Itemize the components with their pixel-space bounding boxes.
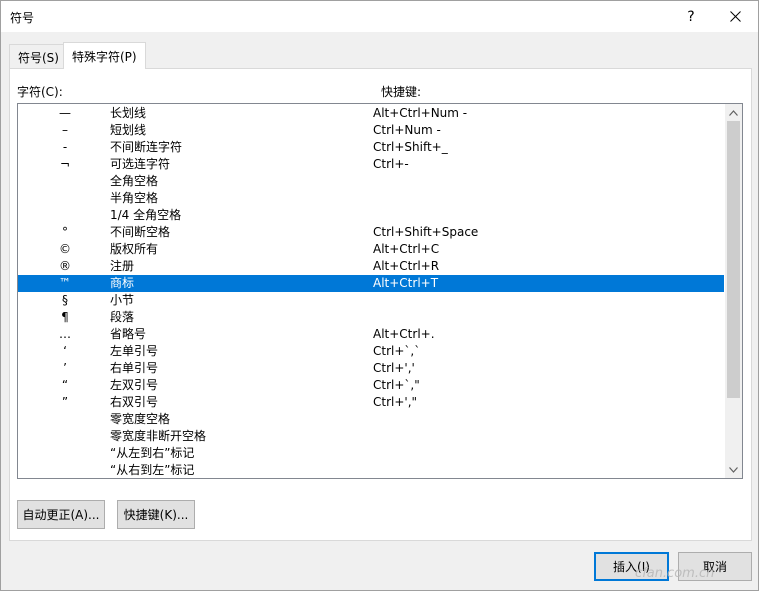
help-icon: ?	[687, 8, 695, 25]
list-item-symbol: ¶	[61, 310, 69, 324]
list-item-name: 商标	[110, 276, 135, 290]
list-item-symbol: …	[59, 327, 71, 341]
list-item-symbol: -	[62, 140, 68, 154]
scroll-up-button[interactable]	[725, 104, 742, 121]
symbol-dialog: 符号 ? 符号(S) 特殊字符(P) 字符(C): 快捷键: — 长划线 Alt+C…	[0, 0, 759, 591]
list-item[interactable]: … 省略号 Alt+Ctrl+.	[18, 326, 724, 343]
watermark: cfan.com.cn	[635, 566, 715, 581]
list-item[interactable]: © 版权所有 Alt+Ctrl+C	[18, 241, 724, 258]
list-item-name: 版权所有	[110, 242, 159, 256]
list-item-name: 短划线	[110, 123, 147, 137]
close-icon	[730, 11, 741, 22]
list-item-shortcut: Ctrl+Shift+Space	[373, 225, 479, 239]
tab-symbols[interactable]: 符号(S)	[9, 44, 68, 68]
list-item[interactable]: ‘ 左单引号 Ctrl+`,`	[18, 343, 724, 360]
list-item[interactable]: – 短划线 Ctrl+Num -	[18, 122, 724, 139]
list-item-symbol: ™	[59, 276, 71, 290]
vertical-scrollbar[interactable]	[725, 104, 742, 478]
list-item-symbol: §	[62, 293, 68, 307]
list-item-name: 半角空格	[110, 191, 159, 205]
list-item-shortcut: Ctrl+`,"	[373, 378, 420, 392]
shortcut-key-button[interactable]: 快捷键(K)...	[117, 500, 195, 529]
list-item-name: 长划线	[110, 106, 147, 120]
list-item-symbol: —	[59, 106, 71, 120]
list-item-shortcut: Ctrl+`,`	[373, 344, 421, 358]
list-item[interactable]: ” 右双引号 Ctrl+',"	[18, 394, 724, 411]
list-item-shortcut: Alt+Ctrl+T	[373, 276, 439, 290]
autocorrect-button[interactable]: 自动更正(A)...	[17, 500, 105, 529]
list-item-symbol: ‘	[63, 344, 67, 358]
special-characters-list[interactable]: — 长划线 Alt+Ctrl+Num - – 短划线 Ctrl+Num - - 不间断连字符 C…	[17, 103, 743, 479]
list-item-shortcut: Alt+Ctrl+C	[373, 242, 440, 256]
list-item[interactable]: “从右到左”标记	[18, 462, 724, 478]
list-item-name: “从右到左”标记	[110, 463, 195, 477]
title-bar: 符号 ?	[1, 1, 758, 32]
list-item[interactable]: ’ 右单引号 Ctrl+','	[18, 360, 724, 377]
list-item-name: 左双引号	[110, 378, 159, 392]
list-item-name: 1/4 全角空格	[110, 208, 182, 222]
list-item-name: 不间断连字符	[110, 140, 183, 154]
list-item[interactable]: “ 左双引号 Ctrl+`,"	[18, 377, 724, 394]
list-item-symbol: °	[62, 225, 68, 239]
list-item-name: 不间断空格	[110, 225, 171, 239]
help-button[interactable]: ?	[673, 1, 709, 32]
list-item-symbol: ®	[59, 259, 71, 273]
list-item-name: 右单引号	[110, 361, 159, 375]
list-item-symbol: ”	[61, 395, 69, 409]
list-rows: — 长划线 Alt+Ctrl+Num - – 短划线 Ctrl+Num - - 不间断连字符 C…	[18, 105, 724, 478]
list-item-shortcut: Ctrl+Num -	[373, 123, 441, 137]
list-item-name: 注册	[110, 259, 135, 273]
shortcut-key-button-label: 快捷键(K)...	[123, 508, 189, 522]
list-item[interactable]: “从左到右”标记	[18, 445, 724, 462]
tab-symbols-label: 符号(S)	[18, 51, 59, 65]
dialog-title: 符号	[10, 11, 35, 25]
list-item-name: 右双引号	[110, 395, 159, 409]
list-item-shortcut: Alt+Ctrl+Num -	[373, 106, 468, 120]
list-item[interactable]: 1/4 全角空格	[18, 207, 724, 224]
chevron-up-icon	[729, 109, 738, 116]
list-item-symbol: ©	[59, 242, 71, 256]
list-item-shortcut: Ctrl+',"	[373, 395, 418, 409]
list-item[interactable]: 零宽度空格	[18, 411, 724, 428]
close-button[interactable]	[713, 1, 758, 32]
list-item[interactable]: 零宽度非断开空格	[18, 428, 724, 445]
list-item[interactable]: 半角空格	[18, 190, 724, 207]
list-item-shortcut: Alt+Ctrl+R	[373, 259, 440, 273]
list-item-symbol: “	[61, 378, 69, 392]
list-item[interactable]: ¬ 可选连字符 Ctrl+-	[18, 156, 724, 173]
list-item[interactable]: ¶ 段落	[18, 309, 724, 326]
autocorrect-button-label: 自动更正(A)...	[22, 508, 100, 522]
list-item[interactable]: 全角空格	[18, 173, 724, 190]
tab-special-characters[interactable]: 特殊字符(P)	[63, 42, 146, 69]
list-item[interactable]: ™ 商标 Alt+Ctrl+T	[18, 275, 724, 292]
list-item-shortcut: Ctrl+-	[373, 157, 409, 171]
list-item-shortcut: Ctrl+Shift+_	[373, 140, 448, 154]
list-item-name: 零宽度空格	[110, 412, 171, 426]
list-item[interactable]: — 长划线 Alt+Ctrl+Num -	[18, 105, 724, 122]
list-item-shortcut: Alt+Ctrl+.	[373, 327, 435, 341]
character-column-header: 字符(C):	[17, 85, 63, 99]
list-item-name: 左单引号	[110, 344, 159, 358]
list-item[interactable]: § 小节	[18, 292, 724, 309]
scrollbar-thumb[interactable]	[727, 121, 740, 398]
list-item-name: 零宽度非断开空格	[110, 429, 207, 443]
list-item-name: 段落	[110, 310, 135, 324]
list-item-name: 可选连字符	[110, 157, 171, 171]
list-item[interactable]: - 不间断连字符 Ctrl+Shift+_	[18, 139, 724, 156]
shortcut-column-header: 快捷键:	[381, 85, 422, 99]
tab-special-characters-label: 特殊字符(P)	[72, 50, 137, 64]
list-item-name: 全角空格	[110, 174, 159, 188]
list-item[interactable]: ® 注册 Alt+Ctrl+R	[18, 258, 724, 275]
list-item-name: 小节	[110, 293, 135, 307]
chevron-down-icon	[729, 466, 738, 473]
list-item-symbol: ’	[63, 361, 67, 375]
list-item-symbol: –	[62, 123, 68, 137]
list-item-name: 省略号	[110, 327, 147, 341]
list-item-symbol: ¬	[59, 157, 71, 171]
list-item-shortcut: Ctrl+','	[373, 361, 415, 375]
list-item-name: “从左到右”标记	[110, 446, 195, 460]
list-item[interactable]: ° 不间断空格 Ctrl+Shift+Space	[18, 224, 724, 241]
scroll-down-button[interactable]	[725, 461, 742, 478]
